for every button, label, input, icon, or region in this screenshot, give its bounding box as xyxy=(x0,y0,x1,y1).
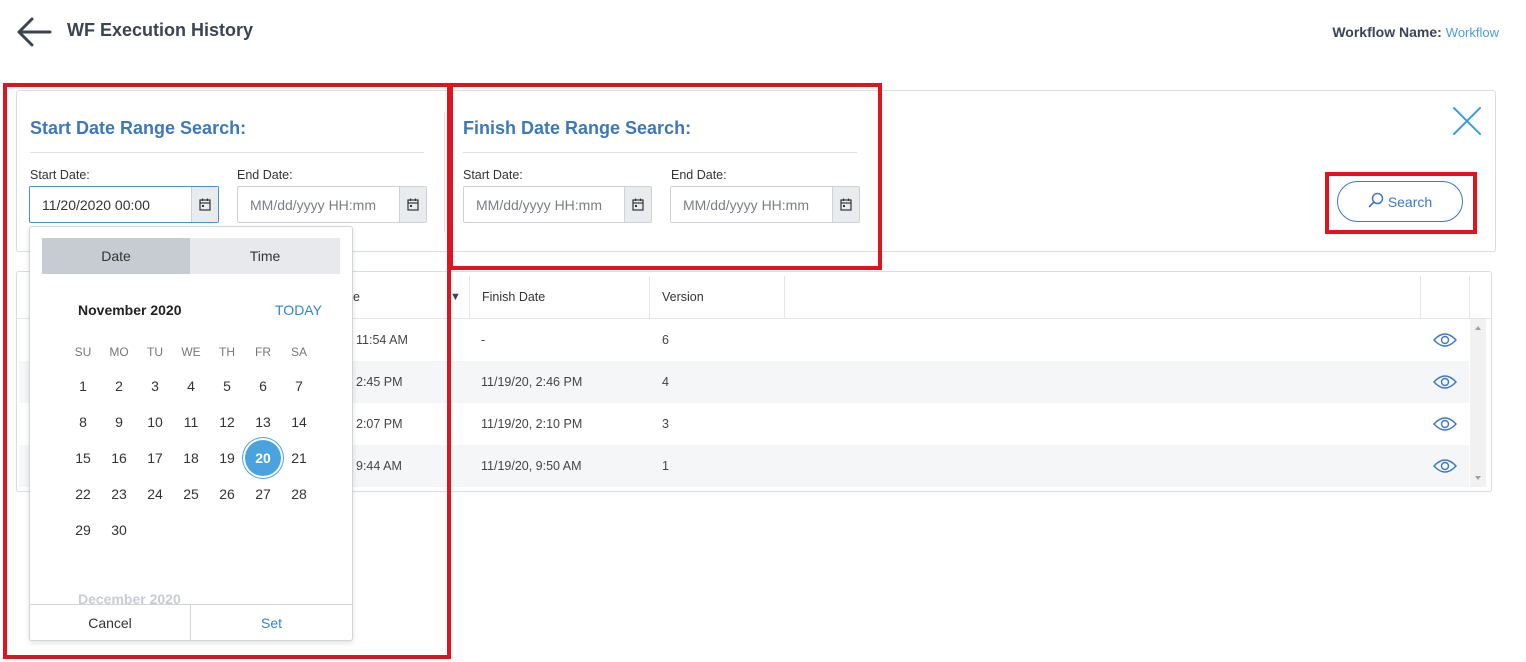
start-range-rule xyxy=(30,152,424,153)
calendar-day[interactable]: 15 xyxy=(65,440,101,476)
finish-range-start-label: Start Date: xyxy=(463,168,523,182)
search-icon xyxy=(1368,192,1384,211)
calendar-day[interactable]: 27 xyxy=(245,476,281,512)
view-eye-icon[interactable] xyxy=(1433,416,1457,432)
cell-finish-date: 11/19/20, 2:46 PM xyxy=(481,375,583,389)
calendar-day[interactable]: 10 xyxy=(137,404,173,440)
table-scrollbar[interactable] xyxy=(1470,319,1486,487)
calendar-month-label: November 2020 xyxy=(78,302,182,318)
weekday-label: FR xyxy=(255,345,271,359)
calendar-day[interactable]: 8 xyxy=(65,404,101,440)
view-eye-icon[interactable] xyxy=(1433,374,1457,390)
cell-start-time: 9:44 AM xyxy=(356,459,402,473)
start-range-start-input[interactable]: 11/20/2020 00:00 xyxy=(29,186,219,223)
weekday-label: WE xyxy=(181,345,201,359)
start-range-start-value[interactable]: 11/20/2020 00:00 xyxy=(30,197,191,213)
cancel-button[interactable]: Cancel xyxy=(30,605,191,640)
cell-finish-date: 11/19/20, 9:50 AM xyxy=(481,459,582,473)
calendar-day[interactable]: 30 xyxy=(101,512,137,548)
calendar-icon[interactable] xyxy=(832,187,859,222)
calendar-icon[interactable] xyxy=(399,187,426,222)
cell-finish-date: - xyxy=(481,333,486,347)
cell-start-time: 2:45 PM xyxy=(356,375,403,389)
workflow-name-link[interactable]: Workflow xyxy=(1446,25,1499,40)
finish-range-title: Finish Date Range Search: xyxy=(463,118,692,138)
workflow-name: Workflow Name: Workflow xyxy=(1332,24,1499,40)
calendar-day[interactable]: 22 xyxy=(65,476,101,512)
calendar-day[interactable]: 18 xyxy=(173,440,209,476)
calendar-day[interactable]: 21 xyxy=(281,440,317,476)
finish-range-end-label: End Date: xyxy=(671,168,727,182)
calendar-day[interactable]: 23 xyxy=(101,476,137,512)
start-range-end-label: End Date: xyxy=(237,168,293,182)
calendar-day[interactable]: 16 xyxy=(101,440,137,476)
close-icon[interactable] xyxy=(1452,106,1482,136)
search-button[interactable]: Search xyxy=(1337,181,1463,222)
cell-version: 4 xyxy=(662,375,669,389)
calendar-day[interactable]: 5 xyxy=(209,368,245,404)
picker-footer: Cancel Set xyxy=(30,604,352,640)
start-range-start-label: Start Date: xyxy=(30,168,90,182)
calendar-icon[interactable] xyxy=(191,187,218,222)
calendar-day[interactable]: 14 xyxy=(281,404,317,440)
calendar-day[interactable]: 6 xyxy=(245,368,281,404)
column-separator xyxy=(784,276,785,319)
page-title: WF Execution History xyxy=(67,20,254,40)
calendar-day[interactable]: 4 xyxy=(173,368,209,404)
calendar-day[interactable]: 28 xyxy=(281,476,317,512)
cell-version: 6 xyxy=(662,333,669,347)
calendar-day[interactable]: 9 xyxy=(101,404,137,440)
calendar-day[interactable]: 11 xyxy=(173,404,209,440)
view-eye-icon[interactable] xyxy=(1433,332,1457,348)
cell-version: 3 xyxy=(662,417,669,431)
search-button-label: Search xyxy=(1387,193,1433,210)
calendar-day[interactable]: 3 xyxy=(137,368,173,404)
weekday-label: TU xyxy=(147,345,163,359)
calendar-icon[interactable] xyxy=(624,187,651,222)
tab-date[interactable]: Date xyxy=(42,238,190,274)
cell-start-time: 2:07 PM xyxy=(356,417,403,431)
finish-range-end-input[interactable]: MM/dd/yyyy HH:mm xyxy=(670,186,860,223)
column-header-finish-date[interactable]: Finish Date xyxy=(482,275,545,319)
start-range-end-input[interactable]: MM/dd/yyyy HH:mm xyxy=(237,186,427,223)
calendar-day[interactable]: 26 xyxy=(209,476,245,512)
set-button[interactable]: Set xyxy=(191,605,352,640)
cell-version: 1 xyxy=(662,459,669,473)
view-eye-icon[interactable] xyxy=(1433,458,1457,474)
start-range-end-placeholder[interactable]: MM/dd/yyyy HH:mm xyxy=(238,197,399,213)
calendar-day[interactable]: 2 xyxy=(101,368,137,404)
cell-finish-date: 11/19/20, 2:10 PM xyxy=(481,417,583,431)
date-picker-popup: Date Time November 2020 TODAY SU MO TU W… xyxy=(29,226,353,641)
calendar-day[interactable]: 13 xyxy=(245,404,281,440)
weekday-label: MO xyxy=(109,345,129,359)
tab-time[interactable]: Time xyxy=(190,238,340,274)
weekday-label: TH xyxy=(219,345,235,359)
calendar-day[interactable]: 24 xyxy=(137,476,173,512)
column-header-start-date[interactable]: e xyxy=(353,275,360,319)
section-divider xyxy=(444,112,445,232)
finish-range-start-input[interactable]: MM/dd/yyyy HH:mm xyxy=(463,186,652,223)
calendar-day[interactable]: 7 xyxy=(281,368,317,404)
weekday-label: SA xyxy=(290,345,307,359)
calendar-day[interactable]: 17 xyxy=(137,440,173,476)
start-range-title: Start Date Range Search: xyxy=(30,118,247,138)
workflow-name-label: Workflow Name: xyxy=(1332,24,1442,40)
weekday-label: SU xyxy=(74,345,92,359)
column-separator xyxy=(1469,276,1470,319)
calendar-day[interactable]: 29 xyxy=(65,512,101,548)
sort-desc-icon[interactable]: ▼ xyxy=(450,275,461,319)
today-button[interactable]: TODAY xyxy=(275,302,322,318)
finish-range-rule xyxy=(463,152,857,153)
calendar-day[interactable]: 19 xyxy=(209,440,245,476)
calendar-day[interactable]: 1 xyxy=(65,368,101,404)
cell-start-time: 11:54 AM xyxy=(356,333,408,347)
finish-range-start-placeholder[interactable]: MM/dd/yyyy HH:mm xyxy=(464,197,624,213)
calendar-day[interactable]: 25 xyxy=(173,476,209,512)
back-arrow-icon[interactable] xyxy=(16,16,52,48)
column-header-version[interactable]: Version xyxy=(662,275,704,319)
calendar-day[interactable]: 12 xyxy=(209,404,245,440)
calendar-day-selected[interactable]: 20 xyxy=(245,440,281,476)
finish-range-end-placeholder[interactable]: MM/dd/yyyy HH:mm xyxy=(671,197,832,213)
